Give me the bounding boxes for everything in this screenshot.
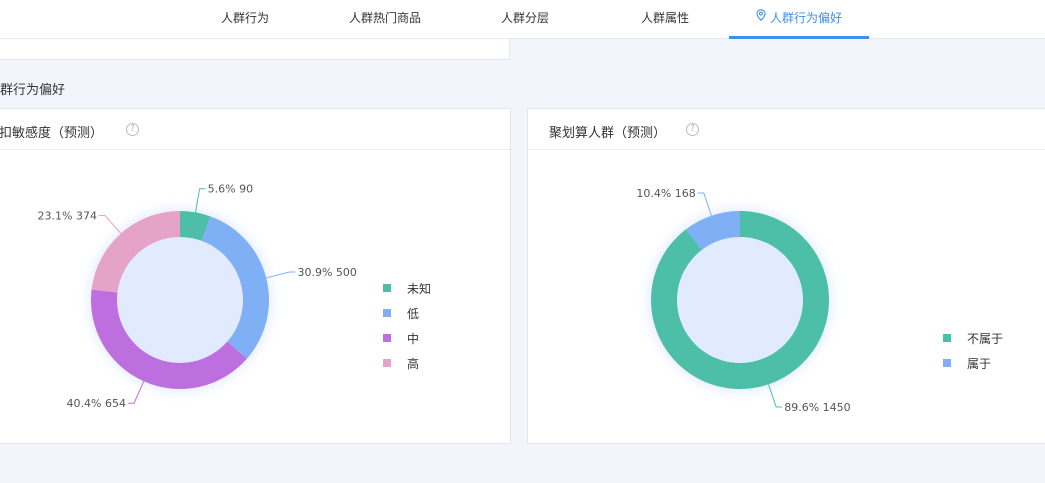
slice-data-label: 23.1% 374: [38, 210, 97, 223]
legend-swatch[interactable]: [383, 284, 391, 292]
legend-label[interactable]: 中: [407, 331, 419, 346]
legend-label[interactable]: 低: [407, 307, 419, 321]
label-leader-line: [98, 215, 122, 234]
legend-swatch[interactable]: [383, 334, 391, 342]
legend-label[interactable]: 高: [407, 356, 419, 371]
slice-data-label: 5.6% 90: [208, 183, 253, 196]
label-leader-line: [194, 188, 206, 213]
slice-data-label: 40.4% 654: [67, 397, 126, 410]
legend-label[interactable]: 未知: [407, 282, 431, 296]
legend-swatch[interactable]: [383, 359, 391, 367]
tab-label: 人群行为偏好: [769, 11, 842, 25]
previous-card-bottom: [0, 39, 510, 60]
discount-sensitivity-card: 扣敏感度（预测） ? 5.6% 90 30.9% 500 40.4% 654 23.1…: [0, 108, 511, 444]
legend-swatch[interactable]: [383, 309, 391, 317]
tab-crowd-attributes[interactable]: 人群属性: [630, 0, 700, 39]
tab-label: 人群热门商品: [348, 11, 421, 25]
slice-data-label: 30.9% 500: [297, 266, 356, 279]
section-title: 群行为偏好: [0, 83, 66, 98]
discount-sensitivity-donut-chart: 5.6% 90 30.9% 500 40.4% 654 23.1% 374 未知低中高: [38, 183, 431, 410]
legend-swatch[interactable]: [943, 334, 951, 342]
label-leader-line: [127, 381, 145, 404]
juhuasuan-crowd-donut-chart: 89.6% 1450 10.4% 168 不属于属于: [636, 187, 1003, 414]
top-nav: 人群行为 人群热门商品 人群分层 人群属性 人群行为偏好: [0, 0, 1045, 39]
location-pin-icon: [756, 0, 766, 35]
label-leader-line: [768, 384, 783, 408]
tab-crowd-hot-products[interactable]: 人群热门商品: [340, 0, 430, 39]
slice-data-label: 10.4% 168: [636, 187, 695, 200]
legend-swatch[interactable]: [943, 359, 951, 367]
tab-crowd-layering[interactable]: 人群分层: [490, 0, 560, 39]
label-leader-line: [697, 192, 712, 216]
tab-label: 人群行为: [220, 11, 269, 25]
juhuasuan-crowd-card: 聚划算人群（预测） ? 89.6% 1450 10.4% 168 不属于 属于: [527, 108, 1045, 444]
tab-crowd-behavior-preference[interactable]: 人群行为偏好: [729, 0, 869, 39]
legend-label[interactable]: 不属于: [967, 332, 1003, 346]
tab-crowd-behavior[interactable]: 人群行为: [210, 0, 280, 39]
slice-data-label: 89.6% 1450: [784, 401, 850, 414]
tab-label: 人群分层: [500, 11, 549, 25]
label-leader-line: [266, 271, 296, 279]
tab-label: 人群属性: [640, 11, 689, 25]
legend-label[interactable]: 属于: [967, 357, 991, 371]
